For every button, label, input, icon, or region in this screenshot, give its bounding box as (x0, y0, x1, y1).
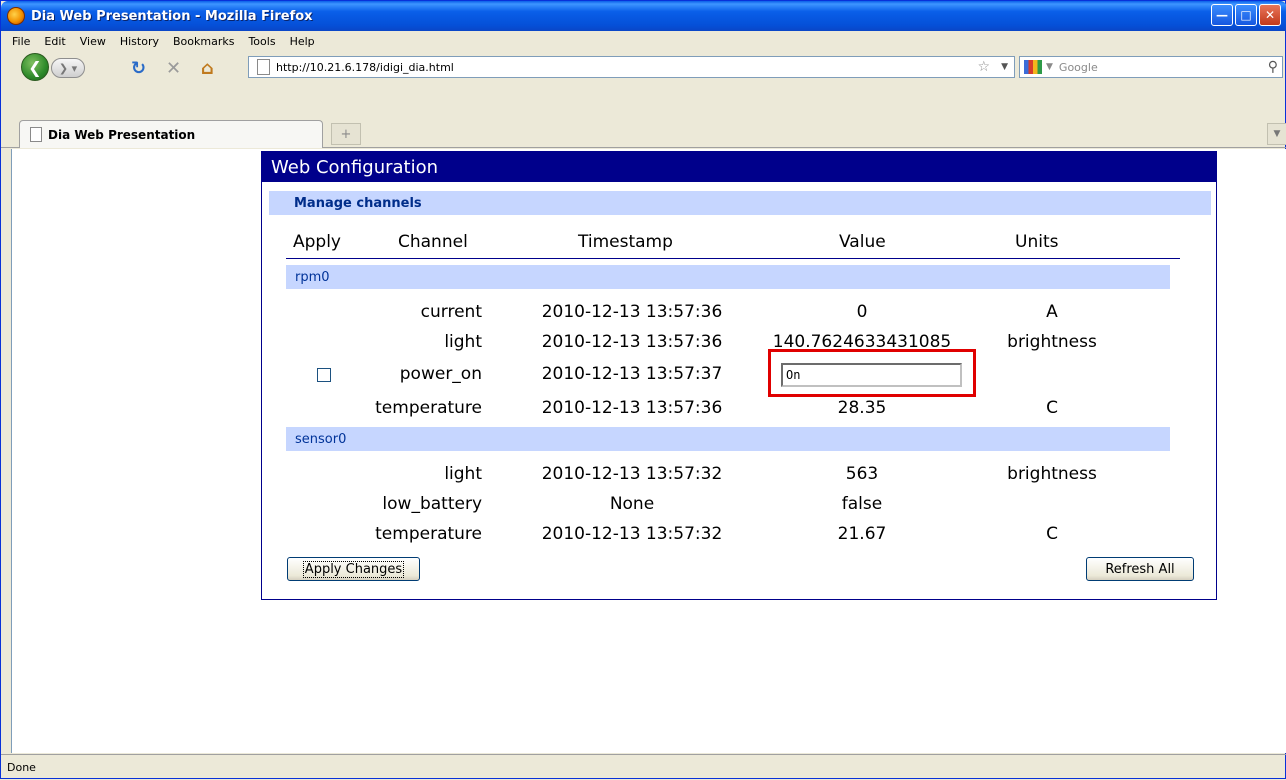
row-units: A (1046, 302, 1058, 322)
row-units: brightness (1007, 332, 1097, 352)
power-on-value-input[interactable]: On (781, 363, 962, 387)
refresh-all-button[interactable]: Refresh All (1086, 557, 1194, 581)
reload-icon[interactable]: ↻ (131, 58, 146, 79)
header-channel: Channel (398, 232, 468, 252)
url-text: http://10.21.6.178/idigi_dia.html (276, 60, 454, 74)
web-configuration-panel: Web Configuration Manage channels Apply … (261, 151, 1217, 600)
row-value: 28.35 (837, 398, 887, 418)
apply-changes-label: Apply Changes (302, 560, 405, 578)
tab-dia-web-presentation[interactable]: Dia Web Presentation (19, 120, 323, 148)
row-value: 0 (856, 302, 868, 322)
menu-edit[interactable]: Edit (37, 35, 72, 48)
maximize-button[interactable]: □ (1235, 4, 1257, 26)
window-controls: — □ ✕ (1211, 4, 1281, 26)
search-icon[interactable]: ⚲ (1268, 59, 1278, 75)
section-header: Manage channels (269, 191, 1211, 215)
firefox-icon (7, 7, 25, 25)
row-channel: light (444, 464, 482, 484)
search-engine-dropdown-icon[interactable]: ▼ (1046, 62, 1053, 72)
header-apply: Apply (293, 232, 341, 252)
google-icon[interactable] (1024, 60, 1042, 74)
row-channel: temperature (375, 524, 482, 544)
search-placeholder: Google (1058, 60, 1098, 74)
browser-window: Dia Web Presentation - Mozilla Firefox —… (0, 0, 1286, 779)
row-units: C (1046, 524, 1058, 544)
row-channel: current (420, 302, 482, 322)
url-dropdown-icon[interactable]: ▼ (1001, 62, 1008, 72)
menu-bar: File Edit View History Bookmarks Tools H… (1, 31, 1286, 51)
minimize-button[interactable]: — (1211, 4, 1233, 26)
row-timestamp: 2010-12-13 13:57:36 (541, 398, 723, 418)
url-bar[interactable]: http://10.21.6.178/idigi_dia.html ☆ ▼ (248, 56, 1015, 78)
row-timestamp: 2010-12-13 13:57:37 (541, 364, 723, 384)
page-icon (257, 59, 270, 75)
navigation-toolbar: ❮ ❯ ▾ ↻ ✕ ⌂ http://10.21.6.178/idigi_dia… (1, 51, 1286, 83)
tab-label: Dia Web Presentation (48, 127, 196, 142)
page-content: Web Configuration Manage channels Apply … (11, 149, 1286, 753)
row-timestamp: 2010-12-13 13:57:32 (541, 464, 723, 484)
window-title: Dia Web Presentation - Mozilla Firefox (31, 8, 313, 24)
bookmark-star-icon[interactable]: ☆ (977, 59, 990, 75)
menu-help[interactable]: Help (283, 35, 322, 48)
group-sensor0: sensor0 (286, 427, 1170, 451)
title-bar: Dia Web Presentation - Mozilla Firefox —… (1, 1, 1286, 31)
forward-button[interactable]: ❯ ▾ (51, 58, 85, 78)
menu-bookmarks[interactable]: Bookmarks (166, 35, 241, 48)
back-button[interactable]: ❮ (21, 53, 49, 81)
status-bar: Done (1, 754, 1286, 780)
row-value: 21.67 (837, 524, 887, 544)
row-channel: temperature (375, 398, 482, 418)
panel-title: Web Configuration (262, 152, 1216, 182)
status-text: Done (7, 761, 36, 774)
tab-strip: Dia Web Presentation + ▼ (1, 118, 1286, 148)
home-icon[interactable]: ⌂ (201, 58, 214, 79)
new-tab-button[interactable]: + (331, 123, 361, 145)
header-units: Units (1015, 232, 1059, 252)
menu-tools[interactable]: Tools (241, 35, 282, 48)
apply-changes-button[interactable]: Apply Changes (287, 557, 420, 581)
row-channel: light (444, 332, 482, 352)
row-timestamp: 2010-12-13 13:57:32 (541, 524, 723, 544)
tab-list-icon[interactable]: ▼ (1267, 123, 1286, 145)
header-timestamp: Timestamp (578, 232, 673, 252)
row-timestamp: 2010-12-13 13:57:36 (541, 332, 723, 352)
menu-history[interactable]: History (113, 35, 166, 48)
header-divider (286, 258, 1180, 259)
search-bar[interactable]: ▼ Google ⚲ (1019, 56, 1283, 78)
group-rpm0: rpm0 (286, 265, 1170, 289)
menu-view[interactable]: View (73, 35, 113, 48)
header-value: Value (839, 232, 886, 252)
row-timestamp: 2010-12-13 13:57:36 (541, 302, 723, 322)
row-units: brightness (1007, 464, 1097, 484)
close-button[interactable]: ✕ (1259, 4, 1281, 26)
row-channel: low_battery (382, 494, 482, 514)
row-channel: power_on (399, 364, 482, 384)
row-value: 563 (845, 464, 879, 484)
stop-icon[interactable]: ✕ (166, 58, 181, 79)
menu-file[interactable]: File (5, 35, 37, 48)
page-icon (30, 127, 42, 142)
row-timestamp: None (609, 494, 655, 514)
row-value: false (841, 494, 883, 514)
row-units: C (1046, 398, 1058, 418)
